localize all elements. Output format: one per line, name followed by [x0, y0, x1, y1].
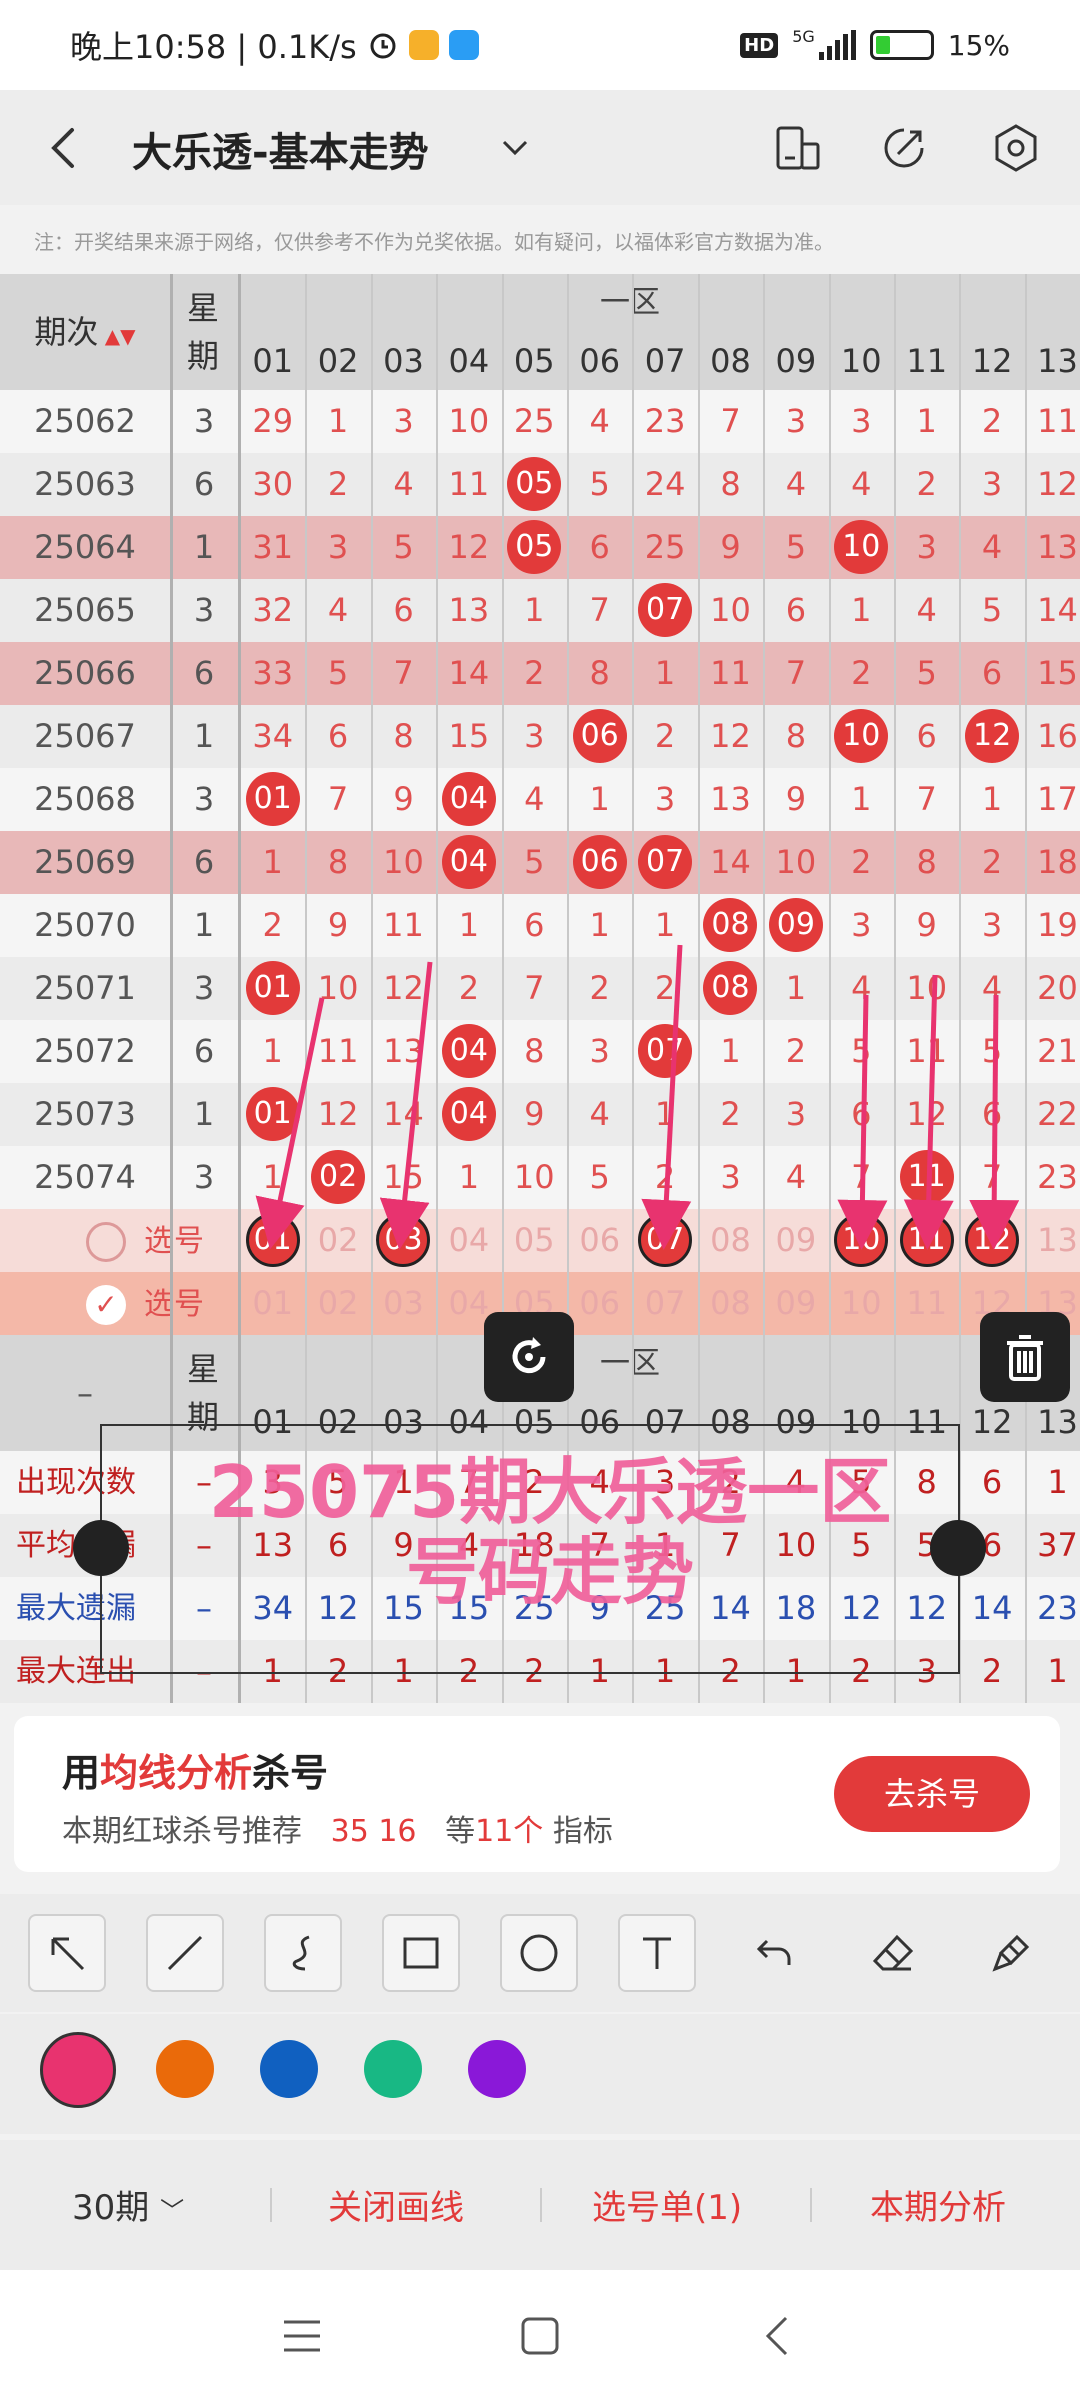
resize-handle-left[interactable]	[73, 1520, 129, 1576]
close-drawing-button[interactable]: 关闭画线	[328, 2180, 464, 2229]
delete-button[interactable]	[980, 1312, 1070, 1402]
rectangle-icon	[403, 1937, 439, 1969]
undo-icon	[756, 1939, 791, 1965]
period-selector[interactable]: 30期 ﹀	[72, 2180, 242, 2229]
annotation-text[interactable]: 25075期大乐透一区 号码走势	[150, 1452, 950, 1612]
divider	[540, 2188, 542, 2222]
circle-icon	[520, 1934, 558, 1972]
system-nav-bar	[0, 2270, 1080, 2400]
bottom-action-bar: 30期 ﹀ 关闭画线 选号单(1) 本期分析	[0, 2140, 1080, 2270]
card-title: 用均线分析杀号	[62, 1751, 329, 1795]
text-icon	[643, 1937, 671, 1969]
color-swatch-orange[interactable]	[156, 2040, 214, 2098]
line-icon	[167, 1935, 203, 1971]
undo-tool[interactable]	[736, 1914, 814, 1992]
color-swatch-green[interactable]	[364, 2040, 422, 2098]
kill-number-button[interactable]: 去杀号	[834, 1756, 1030, 1832]
menu-icon[interactable]	[280, 2316, 324, 2356]
card-subtitle: 本期红球杀号推荐 35 16 等11个 指标	[62, 1814, 613, 1849]
squiggle-icon	[292, 1935, 310, 1971]
divider	[270, 2188, 272, 2222]
freehand-tool[interactable]	[264, 1914, 342, 1992]
eraser-tool[interactable]	[854, 1914, 932, 1992]
color-swatch-purple[interactable]	[468, 2040, 526, 2098]
period-analysis-button[interactable]: 本期分析	[870, 2180, 1006, 2229]
nav-back-icon[interactable]	[762, 2314, 792, 2358]
divider	[810, 2188, 812, 2222]
color-palette	[0, 2014, 1080, 2134]
text-tool[interactable]	[618, 1914, 696, 1992]
selection-list-button[interactable]: 选号单(1)	[592, 2180, 742, 2229]
circle-tool[interactable]	[500, 1914, 578, 1992]
kill-number-card: 用均线分析杀号 本期红球杀号推荐 35 16 等11个 指标 去杀号	[14, 1716, 1060, 1872]
eraser-icon	[872, 1934, 914, 1971]
line-tool[interactable]	[146, 1914, 224, 1992]
broom-icon	[992, 1934, 1030, 1972]
clear-tool[interactable]	[972, 1914, 1050, 1992]
rotate-icon	[512, 1337, 546, 1374]
home-icon[interactable]	[518, 2314, 562, 2358]
drawing-toolbar	[0, 1894, 1080, 2012]
color-swatch-pink[interactable]	[40, 2032, 116, 2108]
trash-icon	[1007, 1335, 1043, 1381]
color-swatch-blue[interactable]	[260, 2040, 318, 2098]
arrow-tool[interactable]	[28, 1914, 106, 1992]
arrow-icon	[51, 1937, 85, 1971]
chevron-down-icon: ﹀	[160, 2197, 185, 2225]
rotate-button[interactable]	[484, 1312, 574, 1402]
rectangle-tool[interactable]	[382, 1914, 460, 1992]
